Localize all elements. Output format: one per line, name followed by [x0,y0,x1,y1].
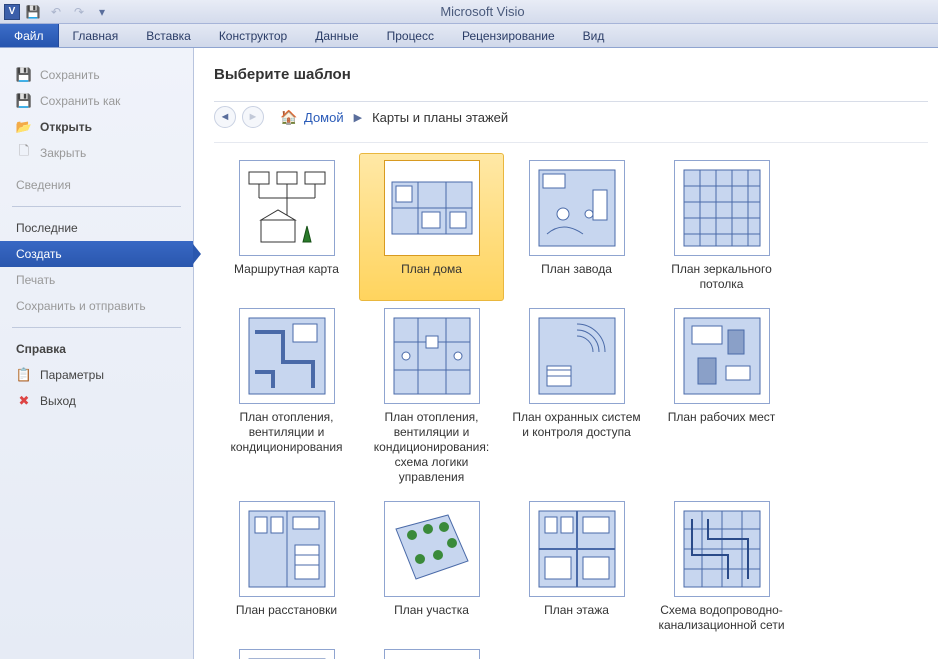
nav-label: Выход [40,394,76,408]
template-thumb [384,501,480,597]
exit-icon: ✖ [16,393,32,409]
template-route-map[interactable]: Маршрутная карта [214,153,359,301]
tab-file[interactable]: Файл [0,24,59,47]
nav-label: Открыть [40,120,92,134]
quick-access-toolbar: 💾 ↶ ↷ ▾ [24,3,111,21]
tab-review[interactable]: Рецензирование [448,24,569,47]
template-label: План отопления, вентиляции и кондиционир… [362,410,501,485]
nav-open[interactable]: 📂 Открыть [0,114,193,140]
saveas-icon: 💾 [16,93,32,109]
tab-design[interactable]: Конструктор [205,24,301,47]
template-workplace-plan[interactable]: План рабочих мест [649,301,794,494]
template-thumb [239,160,335,256]
save-icon: 💾 [16,67,32,83]
nav-label: Сохранить как [40,94,120,108]
template-thumb [384,308,480,404]
nav-label: Создать [16,247,62,261]
nav-separator [12,327,181,328]
chevron-right-icon: ▶ [350,111,366,124]
nav-label: Закрыть [40,146,86,160]
nav-label: Параметры [40,368,104,382]
template-thumb [384,160,480,256]
nav-new[interactable]: Создать [0,241,193,267]
tab-view[interactable]: Вид [569,24,619,47]
template-thumb [674,501,770,597]
tab-data[interactable]: Данные [301,24,372,47]
app-icon: V [4,4,20,20]
template-factory-plan[interactable]: План завода [504,153,649,301]
template-ceiling-plan[interactable]: План зеркального потолка [649,153,794,301]
tab-home[interactable]: Главная [59,24,133,47]
template-label: План зеркального потолка [652,262,791,292]
tab-insert[interactable]: Вставка [132,24,205,47]
template-thumb [239,501,335,597]
template-3d-route-map[interactable]: Трехмерная маршрутная карта [359,642,504,659]
nav-info[interactable]: Сведения [0,172,193,198]
nav-print[interactable]: Печать [0,267,193,293]
template-layout-plan[interactable]: План расстановки [214,494,359,642]
template-label: План дома [399,262,464,277]
breadcrumb-back-button[interactable]: ◄ [214,106,236,128]
template-electrical-plan[interactable]: $ $ Схема электрических и телекоммуникац… [214,642,359,659]
template-site-plan[interactable]: План участка [359,494,504,642]
breadcrumb-current: Карты и планы этажей [372,110,508,125]
template-thumb [529,308,625,404]
template-thumb [529,160,625,256]
template-thumb [384,649,480,659]
template-label: Схема водопроводно-канализационной сети [652,603,791,633]
breadcrumb-forward-button[interactable]: ► [242,106,264,128]
titlebar: V 💾 ↶ ↷ ▾ Microsoft Visio [0,0,938,24]
ribbon-tabs: Файл Главная Вставка Конструктор Данные … [0,24,938,48]
template-thumb [529,501,625,597]
template-floor-plan[interactable]: План этажа [504,494,649,642]
template-thumb [674,308,770,404]
nav-saveas[interactable]: 💾 Сохранить как [0,88,193,114]
qat-save-button[interactable]: 💾 [24,3,42,21]
qat-customize-button[interactable]: ▾ [93,3,111,21]
breadcrumb-home-link[interactable]: Домой [304,110,344,125]
nav-sharesave[interactable]: Сохранить и отправить [0,293,193,319]
tab-process[interactable]: Процесс [373,24,448,47]
template-label: План отопления, вентиляции и кондиционир… [217,410,356,455]
template-label: План охранных систем и контроля доступа [507,410,646,440]
qat-redo-button[interactable]: ↷ [70,3,88,21]
nav-options[interactable]: 📋 Параметры [0,362,193,388]
template-grid: Маршрутная карта План дома [214,153,928,659]
nav-save[interactable]: 💾 Сохранить [0,62,193,88]
open-icon: 📂 [16,119,32,135]
template-label: План этажа [542,603,611,618]
template-thumb: $ $ [239,649,335,659]
backstage-nav: 💾 Сохранить 💾 Сохранить как 📂 Открыть 🗋 … [0,48,194,659]
template-hvac-plan[interactable]: План отопления, вентиляции и кондиционир… [214,301,359,494]
template-thumb [239,308,335,404]
qat-undo-button[interactable]: ↶ [47,3,65,21]
content-area: Выберите шаблон ◄ ► 🏠 Домой ▶ Карты и пл… [194,48,938,659]
close-icon: 🗋 [16,145,32,161]
backstage-main: 💾 Сохранить 💾 Сохранить как 📂 Открыть 🗋 … [0,48,938,659]
page-title: Выберите шаблон [214,66,928,83]
template-thumb [674,160,770,256]
nav-label: Сохранить [40,68,100,82]
options-icon: 📋 [16,367,32,383]
template-hvac-logic[interactable]: План отопления, вентиляции и кондиционир… [359,301,504,494]
nav-close[interactable]: 🗋 Закрыть [0,140,193,166]
template-plumbing-plan[interactable]: Схема водопроводно-канализационной сети [649,494,794,642]
template-label: План рабочих мест [666,410,778,425]
app-title: Microsoft Visio [111,4,934,19]
nav-recent[interactable]: Последние [0,215,193,241]
template-label: Маршрутная карта [232,262,341,277]
template-security-plan[interactable]: План охранных систем и контроля доступа [504,301,649,494]
nav-help[interactable]: Справка [0,336,193,362]
home-icon: 🏠 [280,109,298,125]
template-label: План участка [392,603,471,618]
template-house-plan[interactable]: План дома [359,153,504,301]
breadcrumb-bar: ◄ ► 🏠 Домой ▶ Карты и планы этажей [214,101,928,143]
nav-separator [12,206,181,207]
template-label: План завода [539,262,614,277]
nav-exit[interactable]: ✖ Выход [0,388,193,414]
template-label: План расстановки [234,603,339,618]
